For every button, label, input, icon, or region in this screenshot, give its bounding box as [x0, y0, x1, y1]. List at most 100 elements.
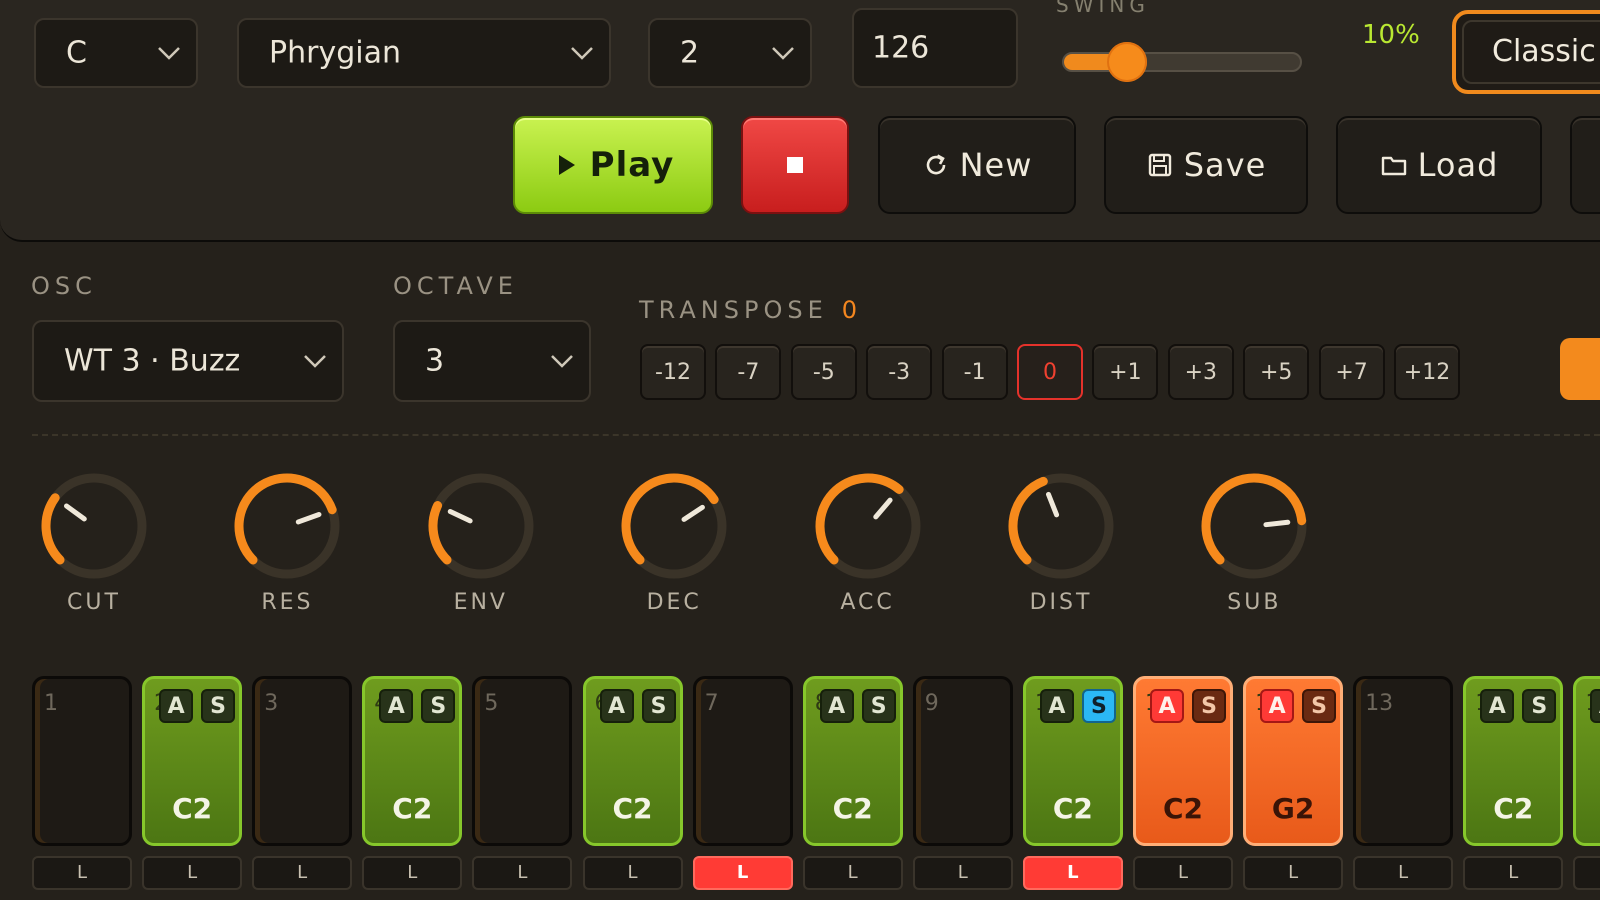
accent-toggle[interactable]: A — [1590, 689, 1600, 723]
slide-toggle[interactable]: S — [861, 689, 896, 723]
step-length-toggle[interactable]: L — [1573, 856, 1600, 890]
chevron-down-icon — [551, 355, 573, 368]
octaves-select[interactable]: 2 — [648, 18, 812, 88]
knob-res[interactable] — [231, 470, 343, 582]
accent-toggle[interactable]: A — [1039, 689, 1074, 723]
sequencer-step[interactable]: 5 — [472, 676, 573, 846]
transpose-button[interactable]: -3 — [866, 344, 933, 400]
sequencer-step[interactable]: 15AS — [1573, 676, 1600, 846]
step-length-toggle[interactable]: L — [362, 856, 463, 890]
load-label: Load — [1417, 146, 1499, 184]
accent-toggle[interactable]: A — [1150, 689, 1184, 723]
knob-pointer — [447, 509, 473, 524]
sequencer-step[interactable]: 14ASC2 — [1463, 676, 1564, 846]
sequencer-step[interactable]: 1 — [32, 676, 132, 846]
key-select-value: C — [66, 35, 87, 71]
slide-toggle[interactable]: S — [1522, 689, 1557, 723]
more-button[interactable] — [1570, 116, 1600, 214]
transpose-button[interactable]: -12 — [640, 344, 706, 400]
swing-slider-thumb[interactable] — [1107, 42, 1148, 82]
step-number: 3 — [264, 691, 279, 716]
sequencer-step[interactable]: 3 — [252, 676, 353, 846]
knob-sub[interactable] — [1198, 470, 1310, 582]
knob-dist[interactable] — [1005, 470, 1117, 582]
accent-toggle[interactable]: A — [599, 689, 634, 723]
step-length-toggle[interactable]: L — [1463, 856, 1564, 890]
accent-toggle[interactable]: A — [1260, 689, 1295, 723]
step-length-toggle[interactable]: L — [32, 856, 132, 890]
scale-select[interactable]: Phrygian — [237, 18, 611, 88]
slide-toggle[interactable]: S — [1302, 689, 1337, 723]
accent-toggle[interactable]: A — [159, 689, 194, 723]
knob-label: ACC — [840, 590, 895, 615]
osc-select[interactable]: WT 3 · Buzz — [32, 320, 344, 402]
chevron-down-icon — [571, 47, 593, 60]
chevron-down-icon — [304, 355, 326, 368]
step-note: C2 — [612, 792, 653, 825]
slide-toggle[interactable]: S — [421, 689, 456, 723]
step-note: C2 — [832, 792, 873, 825]
sequencer-step[interactable]: 12ASG2 — [1243, 676, 1344, 846]
slide-toggle[interactable]: S — [201, 689, 236, 723]
step-length-toggle[interactable]: L — [142, 856, 243, 890]
octave-label: OCTAVE — [393, 272, 518, 300]
sequencer-step[interactable]: 13 — [1353, 676, 1454, 846]
pattern-style-button[interactable]: Classic — [1452, 10, 1600, 94]
sequencer-step[interactable]: 2ASC2 — [142, 676, 243, 846]
chevron-down-icon — [158, 47, 180, 60]
sequencer-step[interactable]: 7 — [692, 676, 793, 846]
step-length-toggle[interactable]: L — [252, 856, 353, 890]
step-length-toggle[interactable]: L — [692, 856, 793, 890]
step-length-toggle[interactable]: L — [1022, 856, 1123, 890]
knob-env[interactable] — [425, 470, 537, 582]
knob-pointer — [1045, 491, 1060, 518]
key-select[interactable]: C — [34, 18, 198, 88]
transpose-button[interactable]: -7 — [715, 344, 782, 400]
step-length-toggle[interactable]: L — [912, 856, 1013, 890]
step-length-toggle[interactable]: L — [582, 856, 683, 890]
load-button[interactable]: Load — [1336, 116, 1542, 214]
sequencer-step[interactable]: 10ASC2 — [1022, 676, 1123, 846]
transpose-button[interactable]: +3 — [1167, 344, 1234, 400]
step-length-toggle[interactable]: L — [1243, 856, 1344, 890]
side-action-button[interactable] — [1560, 338, 1600, 400]
step-length-toggle[interactable]: L — [472, 856, 573, 890]
sequencer-step[interactable]: 4ASC2 — [362, 676, 463, 846]
slide-toggle[interactable]: S — [1081, 689, 1116, 723]
transpose-button[interactable]: +12 — [1394, 344, 1460, 400]
new-button[interactable]: New — [878, 116, 1076, 214]
transpose-button[interactable]: -1 — [941, 344, 1008, 400]
folder-icon — [1381, 156, 1406, 176]
accent-toggle[interactable]: A — [1480, 689, 1515, 723]
sequencer-step[interactable]: 11ASC2 — [1133, 676, 1233, 846]
knob-cut[interactable] — [38, 470, 150, 582]
stop-button[interactable] — [741, 116, 849, 214]
tempo-input[interactable]: 126 — [852, 8, 1018, 88]
slide-toggle[interactable]: S — [641, 689, 676, 723]
transpose-button[interactable]: -5 — [790, 344, 857, 400]
section-divider — [32, 434, 1600, 436]
slide-toggle[interactable]: S — [1192, 689, 1226, 723]
transpose-button[interactable]: +7 — [1318, 344, 1385, 400]
sequencer-step[interactable]: 9 — [912, 676, 1013, 846]
swing-slider[interactable] — [1062, 42, 1302, 82]
sequencer-step[interactable]: 6ASC2 — [582, 676, 683, 846]
transpose-button[interactable]: 0 — [1017, 344, 1083, 400]
transpose-button[interactable]: +1 — [1092, 344, 1159, 400]
play-button[interactable]: Play — [513, 116, 713, 214]
knob-dec[interactable] — [618, 470, 730, 582]
accent-toggle[interactable]: A — [379, 689, 414, 723]
knob-pointer — [63, 503, 87, 522]
transpose-button[interactable]: +5 — [1243, 344, 1310, 400]
knob-value-arc — [1201, 473, 1307, 565]
knob-label: DIST — [1029, 590, 1093, 615]
step-length-toggle[interactable]: L — [1353, 856, 1454, 890]
play-icon — [558, 155, 575, 175]
sequencer-step[interactable]: 8ASC2 — [802, 676, 903, 846]
knob-acc[interactable] — [812, 470, 924, 582]
octave-select[interactable]: 3 — [393, 320, 591, 402]
accent-toggle[interactable]: A — [819, 689, 854, 723]
save-button[interactable]: Save — [1104, 116, 1308, 214]
step-length-toggle[interactable]: L — [1133, 856, 1233, 890]
step-length-toggle[interactable]: L — [802, 856, 903, 890]
